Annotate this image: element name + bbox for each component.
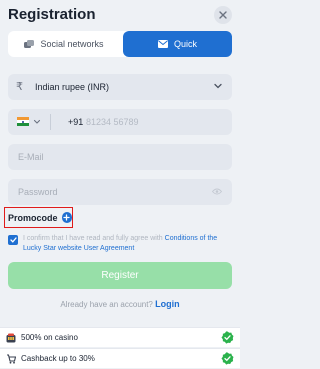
- currency-select[interactable]: ₹ Indian rupee (INR): [8, 74, 232, 100]
- plus-icon: [61, 212, 72, 223]
- email-input[interactable]: [18, 148, 198, 166]
- bonus-text: 500% on casino: [21, 333, 78, 342]
- tab-social-networks[interactable]: Social networks: [8, 31, 120, 57]
- check-icon: [9, 237, 17, 243]
- bonus-item: 500% on casino: [0, 327, 240, 347]
- tab-quick[interactable]: Quick: [123, 31, 232, 57]
- tab-label: Quick: [173, 39, 197, 49]
- close-button[interactable]: [214, 6, 232, 24]
- login-prompt: Already have an account? Login: [0, 299, 240, 309]
- divider: [50, 114, 51, 130]
- email-field: [8, 144, 232, 170]
- page-title: Registration: [8, 6, 96, 23]
- close-icon: [219, 11, 227, 19]
- register-button[interactable]: Register: [8, 262, 232, 289]
- phone-field: +91: [8, 109, 232, 135]
- registration-tabs: Social networks Quick: [8, 31, 232, 57]
- casino-icon: [6, 333, 16, 343]
- agreement-text-body: I confirm that I have read and fully agr…: [23, 235, 165, 242]
- promocode-label: Promocode: [8, 212, 58, 223]
- login-link[interactable]: Login: [155, 299, 180, 309]
- agreement-checkbox[interactable]: [8, 235, 18, 245]
- currency-value: Indian rupee (INR): [35, 82, 110, 92]
- check-circle-icon: [221, 352, 234, 365]
- tab-label: Social networks: [40, 39, 104, 49]
- envelope-icon: [157, 40, 168, 48]
- rupee-icon: ₹: [16, 81, 23, 93]
- login-prompt-text: Already have an account?: [60, 300, 153, 309]
- cashback-icon: [7, 354, 16, 364]
- chevron-down-icon[interactable]: [33, 118, 41, 126]
- agreement-text: I confirm that I have read and fully agr…: [23, 234, 233, 254]
- header: Registration: [0, 0, 240, 30]
- chevron-down-icon: [214, 83, 222, 89]
- eye-icon[interactable]: [212, 188, 222, 195]
- password-field: [8, 179, 232, 205]
- bonus-item: Cashback up to 30%: [0, 348, 240, 368]
- india-flag-icon[interactable]: [17, 117, 29, 126]
- password-input[interactable]: [18, 183, 198, 201]
- country-code: +91: [68, 117, 84, 127]
- bonus-text: Cashback up to 30%: [21, 354, 95, 363]
- check-circle-icon: [221, 331, 234, 344]
- social-icon: [24, 39, 35, 48]
- promocode-toggle[interactable]: Promocode: [4, 207, 73, 228]
- phone-input[interactable]: [86, 113, 216, 131]
